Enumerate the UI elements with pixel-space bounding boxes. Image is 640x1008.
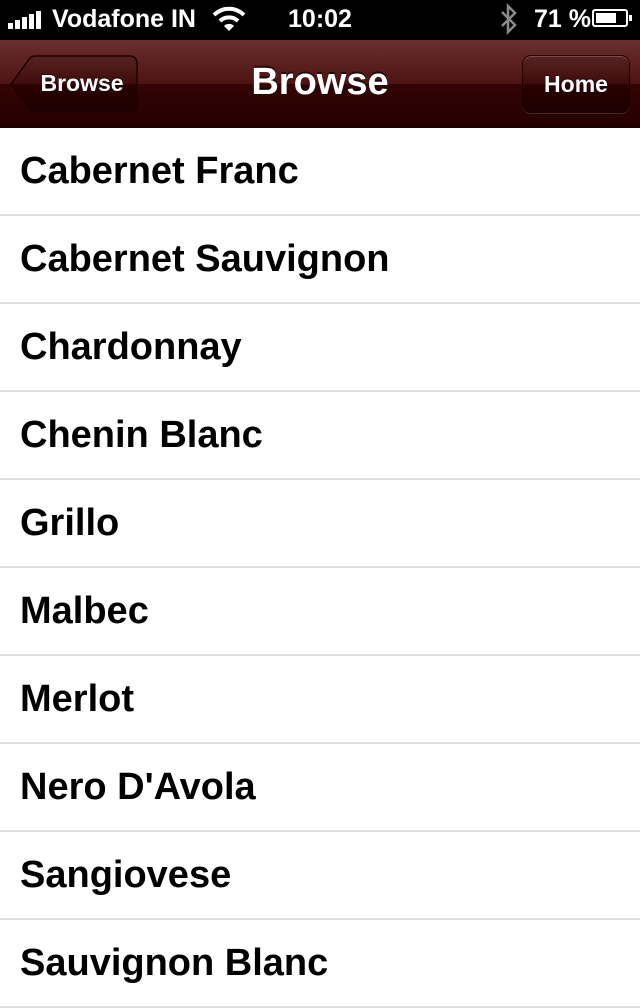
battery-level [596, 13, 616, 23]
varietal-list: Cabernet Franc Cabernet Sauvignon Chardonn… [0, 128, 640, 1008]
list-item[interactable]: Merlot [0, 656, 640, 744]
list-item[interactable]: Malbec [0, 568, 640, 656]
navigation-bar: Browse Browse Home [0, 40, 640, 128]
back-button-label: Browse [40, 70, 124, 96]
list-item[interactable]: Chardonnay [0, 304, 640, 392]
bluetooth-icon [498, 2, 520, 42]
list-item[interactable]: Sangiovese [0, 832, 640, 920]
status-bar: Vodafone IN 10:02 71 % [0, 0, 640, 40]
back-button[interactable]: Browse [10, 55, 138, 113]
list-item[interactable]: Sauvignon Blanc [0, 920, 640, 1008]
list-item[interactable]: Nero D'Avola [0, 744, 640, 832]
list-item[interactable]: Grillo [0, 480, 640, 568]
home-button[interactable]: Home [522, 55, 630, 113]
battery-percent: 71 % [534, 5, 591, 33]
list-item[interactable]: Cabernet Sauvignon [0, 216, 640, 304]
battery-icon [592, 9, 632, 27]
list-item[interactable]: Chenin Blanc [0, 392, 640, 480]
list-item[interactable]: Cabernet Franc [0, 128, 640, 216]
